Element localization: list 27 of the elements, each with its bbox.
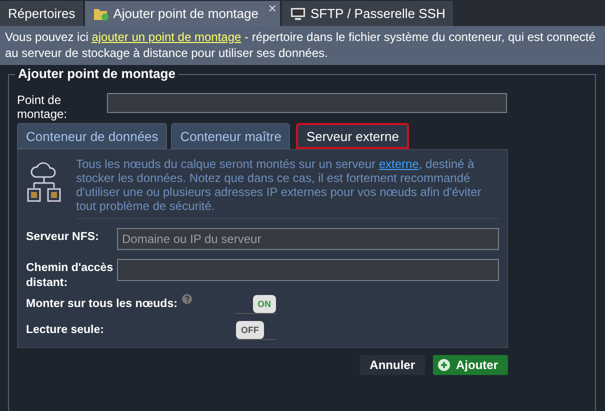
plus-icon: [438, 359, 450, 371]
tab[interactable]: Serveur externe: [296, 123, 409, 149]
add-button[interactable]: Ajouter: [433, 355, 508, 375]
field-label: Point de montage:: [17, 93, 68, 121]
mount-point-link[interactable]: ajouter un point de montage: [92, 30, 242, 44]
external-link[interactable]: externe: [378, 157, 419, 171]
info-text: Vous pouvez ici ajouter un point de montage - répertoire dans le fichier système du conteneur, qui est connecté au serveur de stockage à distance pour utiliser ses données.: [0, 26, 605, 65]
field-label: Chemin d'accès distant:: [26, 261, 114, 291]
input-field[interactable]: Domaine ou IP du serveur: [117, 228, 499, 250]
close-button[interactable]: ×: [268, 1, 276, 15]
input-field[interactable]: [117, 259, 499, 281]
form-title: Ajouter point de montage: [15, 66, 178, 81]
tab[interactable]: SFTP / Passerelle SSH: [282, 1, 454, 26]
tab[interactable]: Répertoires: [0, 1, 84, 26]
folder-icon: [93, 6, 110, 20]
field-label: Serveur NFS:: [26, 230, 100, 245]
help-icon[interactable]: [182, 294, 192, 304]
toggle-label: Lecture seule:: [26, 324, 104, 336]
tab[interactable]: Conteneur maître: [171, 123, 290, 149]
cancel-button[interactable]: Annuler: [360, 355, 425, 375]
description-text: Tous les nœuds du calque seront montés sur un serveur externe, destiné à stocker les données. Notez que dans ce cas, il est fortement recommandé d'utiliser une ou plusieurs adresses IP externes pour vos nœuds afin d'éviter tout problème de sécurité.: [76, 157, 499, 219]
tab[interactable]: Conteneur de données: [17, 123, 168, 149]
monitor-icon: [290, 6, 306, 20]
input-field[interactable]: [107, 93, 507, 113]
cloud-storage-icon: [26, 161, 62, 205]
toggle-label: Monter sur tous les nœuds:: [26, 298, 178, 310]
tab[interactable]: Ajouter point de montage ×: [85, 1, 280, 26]
